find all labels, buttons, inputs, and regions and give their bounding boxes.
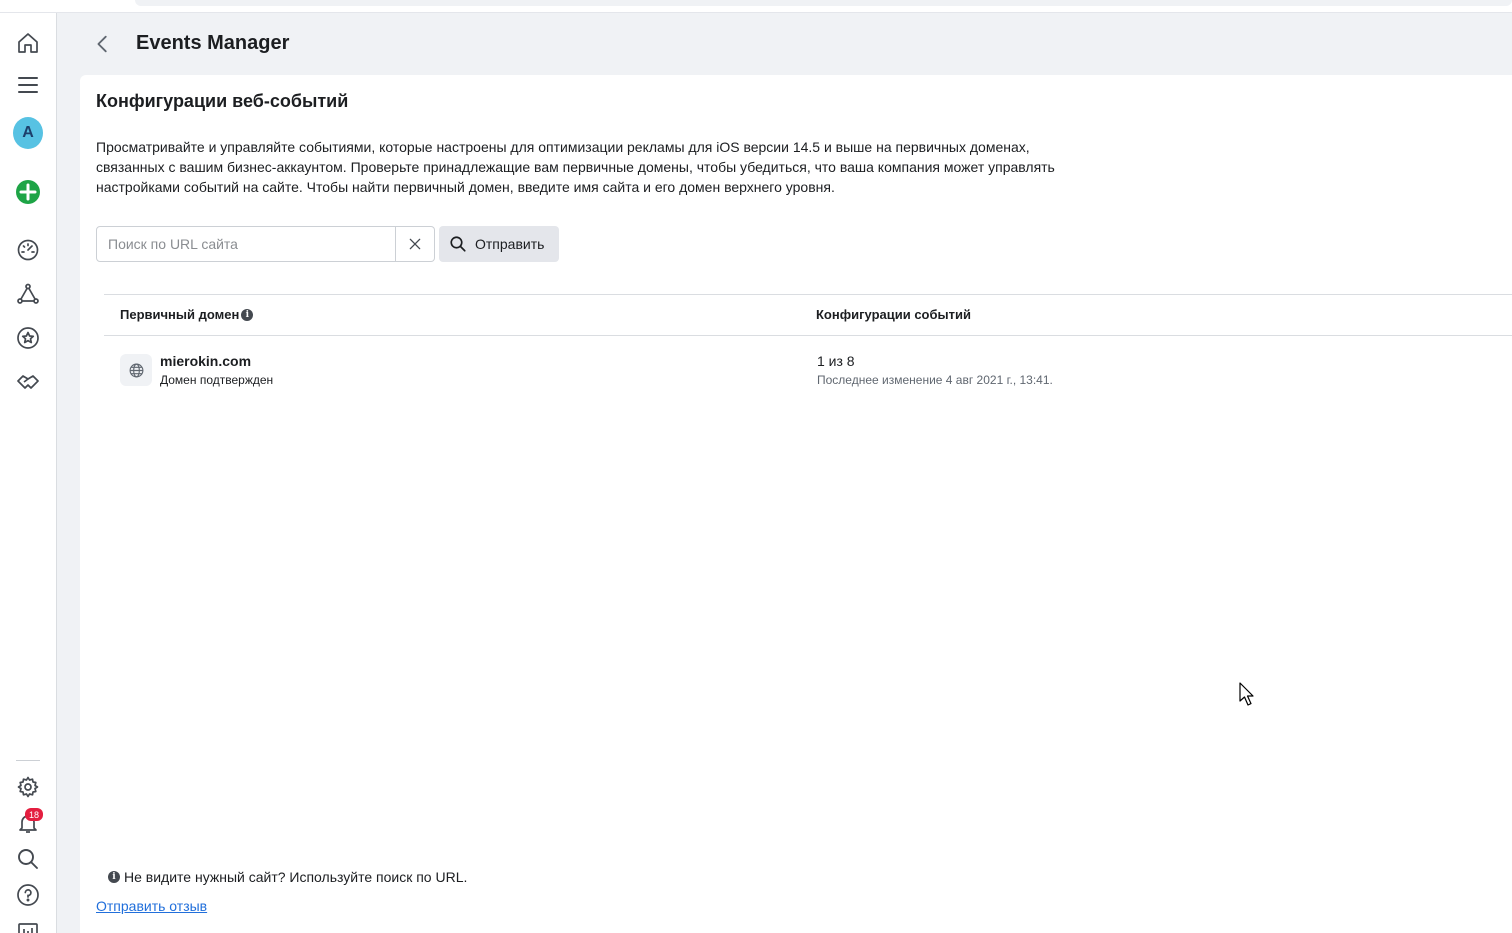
footer-note-text: Не видите нужный сайт? Используйте поиск… [124,869,468,885]
dashboard-icon[interactable] [13,235,43,265]
help-icon[interactable] [13,880,43,910]
column-header-label: Первичный домен [120,307,240,322]
close-icon [409,238,421,250]
clear-search-button[interactable] [396,226,435,262]
account-avatar[interactable]: A [13,117,43,149]
last-modified: Последнее изменение 4 авг 2021 г., 13:41… [817,373,1053,387]
report-icon[interactable] [13,916,43,933]
top-bar-pill [135,0,1512,6]
feedback-link[interactable]: Отправить отзыв [96,898,207,914]
domain-name-link[interactable]: mierokin.com [160,353,251,369]
page-header: Events Manager [57,13,1512,75]
section-description: Просматривайте и управляйте событиями, к… [96,139,1055,195]
chevron-left-icon [97,35,107,53]
search-input[interactable] [96,226,396,262]
column-header-event-configs: Конфигурации событий [816,307,971,322]
table-row[interactable]: mierokin.com Домен подтвержден 1 из 8 По… [104,336,1512,402]
section-title: Конфигурации веб-событий [96,91,349,111]
globe-icon [120,354,152,386]
info-icon: i [108,871,120,883]
info-icon[interactable]: i [241,308,254,321]
settings-icon[interactable] [13,772,43,802]
browser-top-strip [0,0,1512,13]
search-icon [450,236,466,252]
domain-status: Домен подтвержден [160,373,274,387]
mouse-cursor-icon [1239,682,1254,706]
main-card: Конфигурации веб-событий Просматривайте … [80,75,1512,933]
search-icon[interactable] [13,844,43,874]
footer-note: i Не видите нужный сайт? Используйте пои… [108,869,467,885]
star-icon[interactable] [13,323,43,353]
sidebar-divider [16,760,40,761]
back-button[interactable] [92,31,114,57]
domains-table: Первичный домен i Конфигурации событий m… [104,294,1512,402]
table-header: Первичный домен i Конфигурации событий [104,294,1512,336]
config-count: 1 из 8 [817,353,855,369]
submit-button-label: Отправить [475,236,545,252]
partner-icon[interactable] [13,367,43,397]
column-header-label: Конфигурации событий [816,307,971,322]
menu-icon[interactable] [13,70,43,100]
data-sources-icon[interactable] [13,279,43,309]
home-icon[interactable] [13,28,43,58]
column-header-primary-domain: Первичный домен i [120,307,254,322]
avatar: A [13,117,43,149]
notification-badge: 18 [25,808,43,821]
submit-search-button[interactable]: Отправить [439,226,560,262]
search-bar: Отправить [96,226,560,262]
create-button[interactable] [13,177,43,207]
page-title: Events Manager [136,32,290,54]
plus-icon [16,180,40,204]
left-sidebar: A 18 [0,13,57,933]
